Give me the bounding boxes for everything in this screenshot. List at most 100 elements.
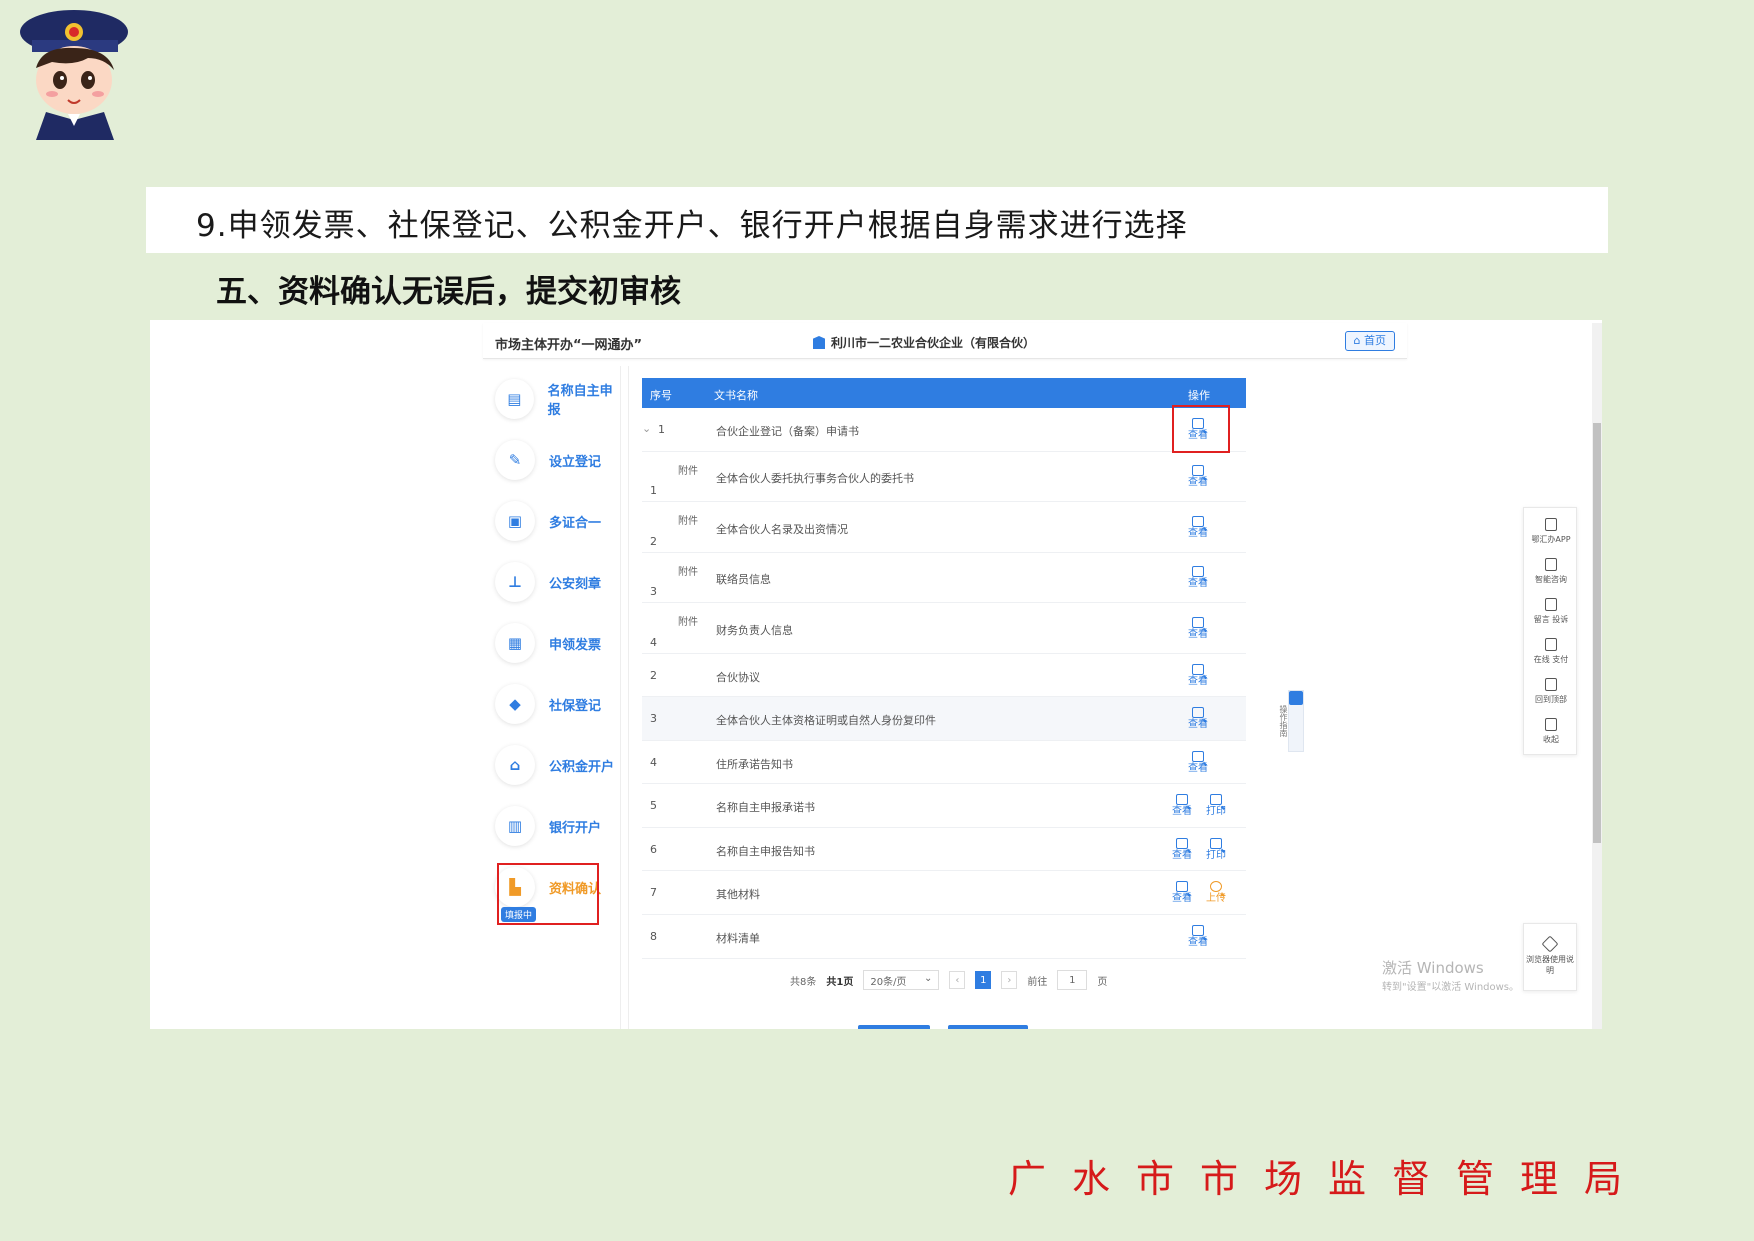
submit-button[interactable] <box>948 1025 1028 1029</box>
goto-input[interactable]: 1 <box>1057 970 1088 990</box>
sidebar-item[interactable]: ▣ 多证合一 <box>495 498 623 544</box>
row-seq: 7 <box>650 886 657 899</box>
view-button[interactable]: 查看 <box>1172 794 1192 818</box>
row-actions: 查看 <box>1188 566 1208 590</box>
sidebar-item[interactable]: ⊥ 公安刻章 <box>495 559 623 605</box>
toolbar-item[interactable]: 回到顶部 <box>1524 678 1578 705</box>
view-button[interactable]: 查看 <box>1188 750 1208 775</box>
view-icon <box>1192 707 1204 718</box>
row-name: 全体合伙人委托执行事务合伙人的委托书 <box>716 472 914 485</box>
sidebar-item[interactable]: ▦ 申领发票 <box>495 620 623 666</box>
table-row: 8 材料清单 查看 <box>642 915 1246 959</box>
phone-icon <box>1545 518 1557 531</box>
row-actions: 查看 上传 <box>1172 881 1226 905</box>
sidebar-item[interactable]: ◆ 社保登记 <box>495 681 623 727</box>
row-seq: 5 <box>650 799 657 812</box>
guide-label: 操作指南 <box>1279 705 1288 737</box>
view-button[interactable]: 查看 <box>1188 465 1208 489</box>
row-actions: 查看 <box>1188 750 1208 775</box>
pen-icon <box>1541 935 1559 953</box>
chevron-down-icon: ⌄ <box>923 973 933 984</box>
page-size-select[interactable]: 20条/页 ⌄ <box>863 970 940 990</box>
headset-icon <box>1545 558 1557 571</box>
prev-page-button[interactable]: ‹ <box>949 971 966 989</box>
pager-pages: 共1页 <box>826 976 854 988</box>
view-button[interactable]: 查看 <box>1188 616 1208 641</box>
row-name: 联络员信息 <box>716 573 771 586</box>
table-row: 6 名称自主申报告知书 查看 打印 <box>642 828 1246 871</box>
table-header: 序号 文书名称 操作 <box>642 378 1246 408</box>
expand-chevron-icon[interactable]: ⌄ <box>642 422 651 435</box>
browser-tip-button[interactable]: 浏览器使用说明 <box>1523 923 1577 991</box>
view-icon <box>1192 925 1204 936</box>
row-seq: 1 <box>658 423 665 436</box>
next-page-button[interactable]: › <box>1001 971 1018 989</box>
shield-icon: ◆ <box>495 684 535 724</box>
view-button[interactable]: 查看 <box>1188 566 1208 590</box>
toolbar-item[interactable]: 鄂汇办APP <box>1524 518 1578 545</box>
sidebar-item[interactable]: ✎ 设立登记 <box>495 437 623 483</box>
view-icon <box>1176 881 1188 892</box>
print-button[interactable]: 打印 <box>1206 837 1226 862</box>
view-button[interactable]: 查看 <box>1188 515 1208 540</box>
police-mascot-icon <box>20 10 128 140</box>
toolbar-item[interactable]: 收起 <box>1524 718 1578 745</box>
view-highlight <box>1172 405 1230 453</box>
view-icon <box>1192 663 1204 675</box>
guide-icon <box>1289 691 1303 705</box>
sidebar-item-label: 银行开户 <box>549 820 602 836</box>
view-button[interactable]: 查看 <box>1188 707 1208 731</box>
scrollbar[interactable] <box>1592 323 1602 1029</box>
windows-watermark: 激活 Windows <box>1382 959 1484 977</box>
home-label: 首页 <box>1364 334 1386 347</box>
doc-icon: ▤ <box>495 379 534 419</box>
sidebar-item[interactable]: ▥ 银行开户 <box>495 803 623 849</box>
guide-tab[interactable]: 操作指南 <box>1279 690 1304 752</box>
view-button[interactable]: 查看 <box>1172 837 1192 862</box>
row-name: 合伙协议 <box>716 670 760 684</box>
row-attach-label: 附件 <box>678 617 698 628</box>
print-icon <box>1210 837 1222 849</box>
message-icon <box>1545 598 1557 611</box>
view-button[interactable]: 查看 <box>1172 881 1192 905</box>
toolbar-item-label: 回到顶部 <box>1535 695 1567 704</box>
row-attach-label: 附件 <box>678 567 698 578</box>
view-icon <box>1176 837 1188 849</box>
progress-badge: 填报中 <box>501 907 537 922</box>
toolbar-item[interactable]: 在线 支付 <box>1524 638 1578 665</box>
toolbar-item[interactable]: 智能咨询 <box>1524 558 1578 585</box>
view-button[interactable]: 查看 <box>1188 663 1208 688</box>
prev-step-button[interactable] <box>858 1025 930 1029</box>
invoice-icon: ▦ <box>495 623 535 663</box>
toolbar-item[interactable]: 留言 投诉 <box>1524 598 1578 625</box>
table-row: 7 其他材料 查看 上传 <box>642 871 1246 915</box>
sidebar-item[interactable]: ⌂ 公积金开户 <box>495 742 623 788</box>
table-row: 4 附件 财务负责人信息 查看 <box>642 603 1246 654</box>
view-button[interactable]: 查看 <box>1188 925 1208 949</box>
row-seq: 4 <box>650 755 657 769</box>
row-seq: 3 <box>650 585 657 598</box>
sidebar-item-label: 申领发票 <box>549 637 602 653</box>
print-icon <box>1210 794 1222 805</box>
current-page[interactable]: 1 <box>975 971 992 989</box>
table-row: 1 附件 全体合伙人委托执行事务合伙人的委托书 查看 <box>642 452 1246 502</box>
company-label: 利川市一二农业合伙企业（有限合伙） <box>831 336 1036 350</box>
sidebar-item-label: 公安刻章 <box>549 576 602 592</box>
print-button[interactable]: 打印 <box>1206 794 1226 818</box>
scrollbar-thumb[interactable] <box>1593 423 1601 843</box>
app-header: 市场主体开办“一网通办” 利川市一二农业合伙企业（有限合伙） ⌂ 首页 <box>483 323 1407 359</box>
toolbar-item-label: 鄂汇办APP <box>1531 535 1571 544</box>
top-arrow-icon <box>1545 678 1557 691</box>
collapse-icon <box>1545 718 1557 731</box>
row-seq: 4 <box>650 636 657 649</box>
row-seq: 1 <box>650 484 657 497</box>
table-row: 4 住所承诺告知书 查看 <box>642 741 1246 784</box>
bank-icon: ▥ <box>495 806 535 846</box>
sidebar-item[interactable]: ▤ 名称自主申报 <box>495 376 623 422</box>
home-button[interactable]: ⌂ 首页 <box>1344 331 1395 351</box>
house-icon: ⌂ <box>495 745 535 785</box>
row-name: 材料清单 <box>716 932 760 945</box>
row-actions: 查看 <box>1188 925 1208 949</box>
sidebar-item-label: 社保登记 <box>549 698 602 714</box>
upload-button[interactable]: 上传 <box>1206 881 1226 905</box>
